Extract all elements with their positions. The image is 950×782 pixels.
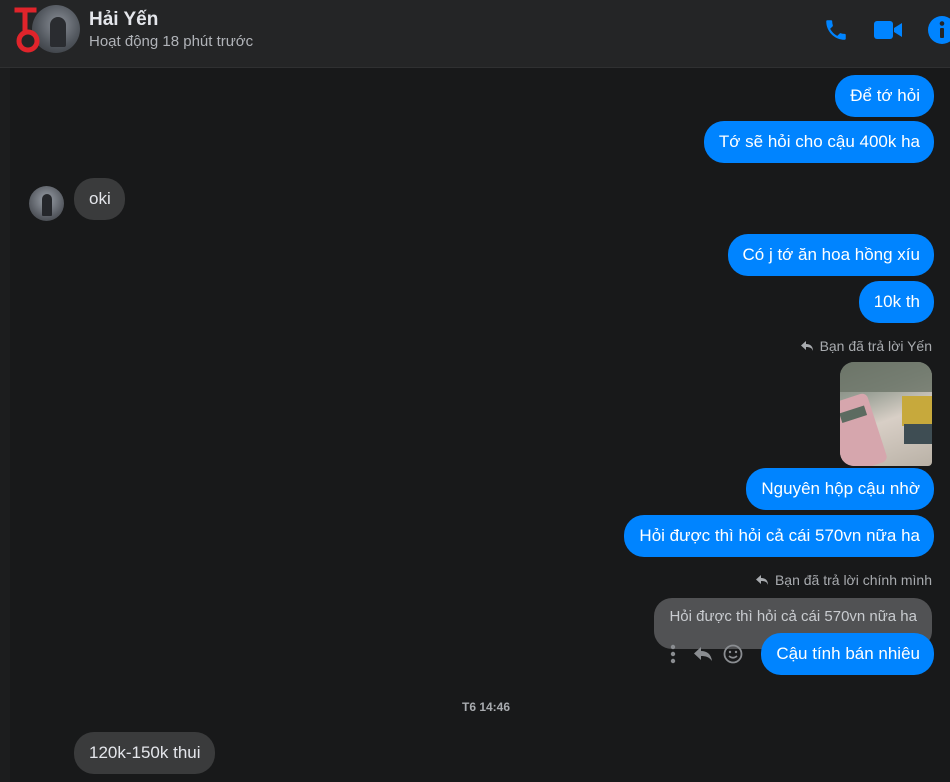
message-bubble[interactable]: 10k th: [858, 281, 934, 323]
more-options-button[interactable]: [658, 642, 688, 666]
shared-photo[interactable]: [840, 362, 932, 466]
message-bubble[interactable]: Nguyên hộp cậu nhờ: [746, 468, 934, 510]
reply-indicator-text: Bạn đã trả lời chính mình: [774, 572, 932, 588]
conversation-info-button[interactable]: [924, 12, 950, 48]
phone-call-button[interactable]: [818, 12, 854, 48]
reply-button[interactable]: [688, 642, 718, 666]
emoji-icon: [723, 644, 743, 664]
react-button[interactable]: [718, 642, 748, 666]
contact-avatar[interactable]: [14, 5, 80, 57]
message-bubble[interactable]: Có j tớ ăn hoa hồng xíu: [727, 234, 934, 276]
reply-indicator: Bạn đã trả lời chính mình: [755, 572, 932, 588]
reply-indicator: Bạn đã trả lời Yến: [800, 338, 932, 354]
reply-arrow-icon: [755, 575, 768, 585]
reply-icon: [694, 647, 712, 661]
more-icon: [670, 644, 676, 664]
video-camera-icon: [874, 21, 902, 39]
message-bubble[interactable]: Tớ sẽ hỏi cho cậu 400k ha: [703, 121, 934, 163]
message-action-bar: [658, 642, 748, 666]
sender-avatar[interactable]: [29, 186, 64, 221]
message-bubble[interactable]: Để tớ hỏi: [835, 75, 934, 117]
time-divider: T6 14:46: [461, 700, 511, 714]
message-thread: Để tớ hỏi Tớ sẽ hỏi cho cậu 400k ha oki …: [0, 68, 950, 782]
reply-arrow-icon: [800, 341, 813, 351]
conversation-header: Hải Yến Hoạt động 18 phút trước: [0, 0, 950, 68]
message-bubble[interactable]: oki: [74, 178, 125, 220]
message-bubble[interactable]: Cậu tính bán nhiêu: [761, 633, 934, 675]
contact-name[interactable]: Hải Yến: [89, 9, 158, 31]
info-icon: [928, 16, 950, 44]
watermark-logo-icon: [14, 7, 40, 53]
message-bubble[interactable]: Hỏi được thì hỏi cả cái 570vn nữa ha: [624, 515, 934, 557]
active-status: Hoạt động 18 phút trước: [89, 33, 254, 50]
calculator-photo-icon: [840, 362, 932, 466]
reply-indicator-text: Bạn đã trả lời Yến: [819, 338, 932, 354]
message-bubble[interactable]: 120k-150k thui: [74, 732, 215, 774]
phone-icon: [826, 20, 846, 40]
video-call-button[interactable]: [870, 12, 906, 48]
